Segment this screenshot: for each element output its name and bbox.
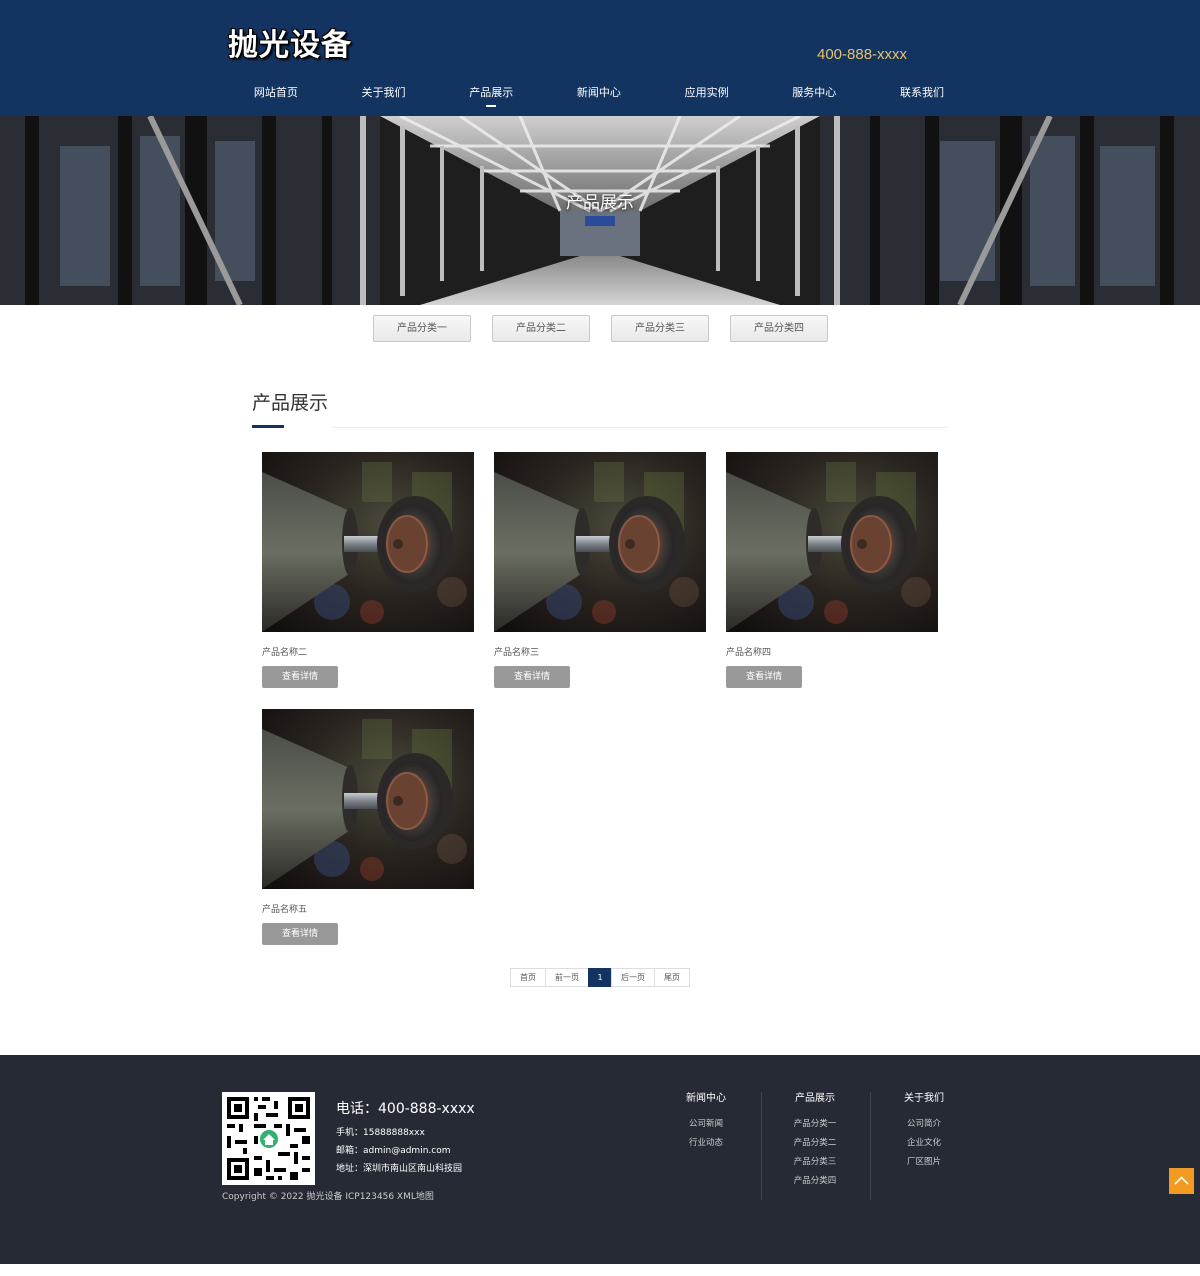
footer-column-news: 新闻中心 公司新闻 行业动态 <box>656 1092 756 1153</box>
footer-column-about: 关于我们 公司简介 企业文化 厂区图片 <box>874 1092 974 1172</box>
nav-item-products[interactable]: 产品展示 <box>437 84 545 108</box>
product-image[interactable] <box>262 709 474 889</box>
category-tab-2[interactable]: 产品分类二 <box>492 315 590 342</box>
footer-link[interactable]: 公司简介 <box>874 1115 974 1134</box>
view-details-button[interactable]: 查看详情 <box>726 666 802 688</box>
section-divider <box>332 427 948 428</box>
site-footer <box>0 1055 1200 1264</box>
product-image[interactable] <box>726 452 938 632</box>
section-title: 产品展示 <box>252 392 329 414</box>
product-card: 产品名称三 查看详情 <box>494 452 706 688</box>
footer-link[interactable]: 厂区图片 <box>874 1153 974 1172</box>
footer-column-products: 产品展示 产品分类一 产品分类二 产品分类三 产品分类四 <box>765 1092 865 1191</box>
view-details-button[interactable]: 查看详情 <box>262 666 338 688</box>
pagination-prev[interactable]: 前一页 <box>545 968 589 987</box>
qr-code-icon <box>222 1092 315 1185</box>
product-image[interactable] <box>494 452 706 632</box>
footer-column-title[interactable]: 新闻中心 <box>656 1092 756 1106</box>
footer-link[interactable]: 行业动态 <box>656 1134 756 1153</box>
pagination-next[interactable]: 后一页 <box>611 968 655 987</box>
footer-address: 地址：深圳市南山区南山科技园 <box>336 1164 463 1174</box>
product-name[interactable]: 产品名称三 <box>494 645 539 658</box>
footer-email: 邮箱：admin@admin.com <box>336 1146 451 1156</box>
back-to-top-button[interactable] <box>1169 1168 1194 1194</box>
pagination-first[interactable]: 首页 <box>510 968 546 987</box>
pagination-current[interactable]: 1 <box>588 968 612 987</box>
footer-phone: 电话：400-888-xxxx <box>336 1101 475 1117</box>
nav-item-contact[interactable]: 联系我们 <box>868 84 976 108</box>
nav-item-service[interactable]: 服务中心 <box>760 84 868 108</box>
bottom-strip <box>0 1264 1200 1276</box>
footer-divider <box>761 1092 762 1200</box>
section-title-underline <box>252 425 284 428</box>
view-details-button[interactable]: 查看详情 <box>262 923 338 945</box>
category-tabs: 产品分类一 产品分类二 产品分类三 产品分类四 <box>373 315 828 342</box>
site-logo[interactable]: 抛光设备 <box>228 20 352 64</box>
banner-title: 产品展示 <box>566 193 634 213</box>
product-card: 产品名称二 查看详情 <box>262 452 474 688</box>
main-nav: 网站首页 关于我们 产品展示 新闻中心 应用实例 服务中心 联系我们 <box>222 84 976 108</box>
product-card: 产品名称四 查看详情 <box>726 452 938 688</box>
footer-mobile: 手机：15888888xxx <box>336 1128 425 1138</box>
product-image[interactable] <box>262 452 474 632</box>
pagination-last[interactable]: 尾页 <box>654 968 690 987</box>
product-card: 产品名称五 查看详情 <box>262 709 474 945</box>
footer-column-title[interactable]: 关于我们 <box>874 1092 974 1106</box>
nav-item-cases[interactable]: 应用实例 <box>653 84 761 108</box>
chevron-up-icon <box>1174 1176 1189 1185</box>
nav-item-about[interactable]: 关于我们 <box>330 84 438 108</box>
site-header: 抛光设备 400-888-xxxx 网站首页 关于我们 产品展示 新闻中心 应用… <box>0 0 1200 116</box>
product-name[interactable]: 产品名称二 <box>262 645 307 658</box>
footer-link[interactable]: 产品分类一 <box>765 1115 865 1134</box>
hotline-number: 400-888-xxxx <box>817 46 908 63</box>
footer-link[interactable]: 产品分类四 <box>765 1172 865 1191</box>
category-tab-3[interactable]: 产品分类三 <box>611 315 709 342</box>
pagination: 首页 前一页 1 后一页 尾页 <box>510 968 690 987</box>
footer-copyright: Copyright © 2022 抛光设备 ICP123456 XML地图 <box>222 1192 434 1202</box>
category-tab-4[interactable]: 产品分类四 <box>730 315 828 342</box>
nav-item-news[interactable]: 新闻中心 <box>545 84 653 108</box>
footer-link[interactable]: 公司新闻 <box>656 1115 756 1134</box>
footer-link[interactable]: 产品分类二 <box>765 1134 865 1153</box>
footer-link[interactable]: 产品分类三 <box>765 1153 865 1172</box>
page-banner: 产品展示 <box>0 116 1200 305</box>
footer-link[interactable]: 企业文化 <box>874 1134 974 1153</box>
category-tab-1[interactable]: 产品分类一 <box>373 315 471 342</box>
product-name[interactable]: 产品名称五 <box>262 902 307 915</box>
nav-item-home[interactable]: 网站首页 <box>222 84 330 108</box>
footer-divider <box>870 1092 871 1200</box>
view-details-button[interactable]: 查看详情 <box>494 666 570 688</box>
footer-column-title[interactable]: 产品展示 <box>765 1092 865 1106</box>
product-name[interactable]: 产品名称四 <box>726 645 771 658</box>
